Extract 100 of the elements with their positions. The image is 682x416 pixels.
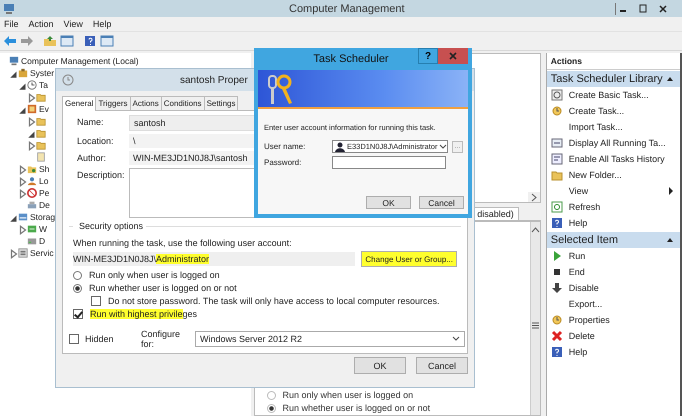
back-icon[interactable] [3,35,17,47]
pane-icon[interactable] [100,35,114,47]
help-icon [550,217,563,229]
menu-item[interactable]: Help [92,19,112,29]
help-icon[interactable] [83,35,97,47]
tree-item[interactable]: Computer Management (Local) [21,55,139,67]
action-link[interactable]: Delete [568,331,680,341]
clock-icon [550,105,563,117]
dialog-button[interactable]: Cancel [416,357,468,374]
grip-icon[interactable] [530,321,540,330]
action-link[interactable]: View [568,186,662,196]
collapsed-arrow-icon[interactable] [18,225,28,235]
field-label: Location: [77,135,115,146]
section-header[interactable]: Task Scheduler Library [546,71,680,87]
account-field: WIN-ME3JD1N0J8J\Administrator [73,252,356,266]
section-title: Task Scheduler Library [550,73,663,85]
expanded-arrow-icon[interactable] [27,129,37,139]
section-header[interactable]: Selected Item [546,232,680,248]
up-folder-icon[interactable] [43,35,57,47]
action-link[interactable]: Disable [568,283,680,293]
computer-icon [9,56,19,66]
collapse-arrow-icon[interactable] [666,236,674,244]
checkbox[interactable] [73,309,83,319]
close-button[interactable] [438,48,468,64]
wizard-icon [550,89,563,101]
menu-item[interactable]: Action [28,19,54,29]
menu-item[interactable]: File [4,19,19,29]
submenu-arrow-icon[interactable] [668,187,674,195]
tree-item[interactable]: Sh [39,163,50,175]
collapsed-arrow-icon[interactable] [27,117,37,127]
storage-icon [18,212,28,222]
tab[interactable]: Triggers [95,96,131,110]
expanded-arrow-icon[interactable] [18,81,28,91]
radio-button[interactable] [266,404,276,412]
tree-item[interactable]: Lo [39,175,48,187]
action-link[interactable]: Refresh [568,202,680,212]
action-link[interactable]: End [568,267,680,277]
dialog-button[interactable]: OK [354,357,406,374]
password-field[interactable] [332,156,446,169]
dialog-title: Task Scheduler [312,53,390,65]
field-label: Name: [77,116,105,127]
tree-item[interactable]: Ta [39,79,48,91]
field-label: Configure for: [141,329,182,349]
scrollbar[interactable] [530,222,540,415]
tree-item[interactable]: Ev [39,103,49,115]
action-link[interactable]: Help [568,347,680,357]
menu-item[interactable]: View [64,19,83,29]
collapsed-arrow-icon[interactable] [27,93,37,103]
checkbox[interactable] [69,334,79,344]
option-label: Run only when user is logged on [89,270,220,280]
tree-item[interactable]: Syster [30,67,54,79]
action-link[interactable]: Enable All Tasks History [568,154,680,164]
collapse-arrow-icon[interactable] [666,75,674,83]
dialog-button[interactable]: Cancel [419,196,464,209]
clock-icon [62,74,74,86]
tree-item[interactable]: W [39,223,48,235]
action-link[interactable]: Create Task... [568,106,680,116]
tab[interactable]: disabled) [472,207,519,220]
action-link[interactable]: Run [568,251,680,261]
collapsed-arrow-icon[interactable] [18,177,28,187]
tab[interactable]: General [62,96,96,111]
change-user-button[interactable]: Change User or Group... [361,251,457,267]
action-link[interactable]: Import Task... [568,122,680,132]
collapsed-arrow-icon[interactable] [9,249,19,259]
checkbox[interactable] [91,296,101,306]
clock-icon [27,80,37,90]
collapsed-arrow-icon[interactable] [27,141,37,151]
tree-item[interactable]: Storag [30,211,56,223]
option-label: Run whether user is logged on or not [282,403,430,413]
action-link[interactable]: Export... [568,299,680,309]
action-link[interactable]: Display All Running Ta... [568,138,680,148]
tab[interactable]: Settings [204,96,238,110]
radio-button[interactable] [73,284,82,292]
tree-item[interactable]: Pe [39,187,50,199]
expanded-arrow-icon[interactable] [18,105,28,115]
radio-button[interactable] [73,270,82,280]
scroll-right-icon[interactable] [529,192,538,202]
help-icon [550,346,563,358]
action-link[interactable]: Help [568,218,680,228]
action-link[interactable]: New Folder... [568,170,680,180]
pane-icon[interactable] [60,35,74,47]
services-icon [18,248,28,258]
radio-button[interactable] [266,390,276,400]
refresh-icon [550,201,563,213]
dialog-button[interactable]: OK [366,196,411,209]
window-title: Computer Management [288,2,406,14]
collapsed-arrow-icon[interactable] [18,189,28,199]
action-link[interactable]: Create Basic Task... [568,90,680,100]
scroll-up-icon[interactable] [530,226,540,235]
section-title: Selected Item [550,234,618,246]
tree-item[interactable]: Servic [30,247,54,259]
help-button[interactable]: ? [418,48,438,64]
clock-icon [550,314,563,326]
tree-item[interactable]: De [39,199,50,211]
expanded-arrow-icon[interactable] [9,213,19,223]
tree-item[interactable]: D [39,235,46,247]
action-link[interactable]: Properties [568,315,680,325]
configure-dropdown[interactable]: Windows Server 2012 R2 [195,331,465,347]
collapsed-arrow-icon[interactable] [18,165,28,175]
expanded-arrow-icon[interactable] [9,69,19,79]
